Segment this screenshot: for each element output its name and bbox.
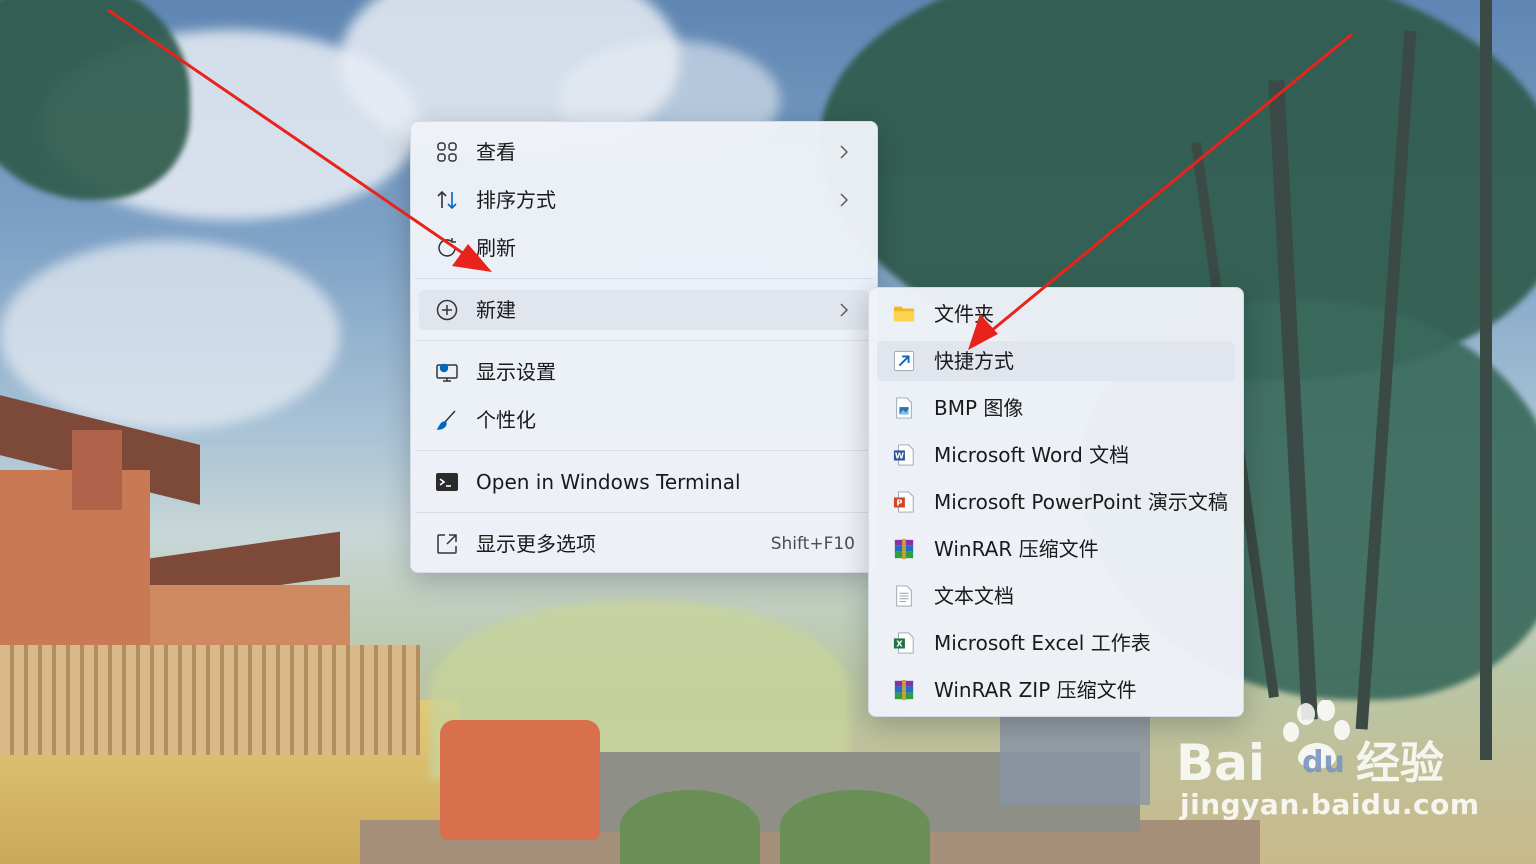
svg-text:du: du	[1302, 745, 1345, 780]
menu-item-view[interactable]: 查看	[419, 132, 869, 172]
submenu-item-label: Microsoft PowerPoint 演示文稿	[934, 490, 1228, 514]
excel-icon: X	[893, 632, 914, 654]
desktop-context-menu: 查看 排序方式 刷新 新建 显示设置 个性化 Open in Windows T…	[410, 121, 878, 573]
submenu-item-bmp-image[interactable]: BMP 图像	[877, 388, 1235, 428]
more-options-icon	[437, 534, 457, 554]
menu-item-label: 查看	[476, 140, 516, 164]
chevron-right-icon	[840, 145, 848, 159]
menu-separator	[415, 340, 873, 341]
menu-item-label: 新建	[476, 298, 516, 322]
text-document-icon	[896, 585, 912, 607]
display-settings-icon	[436, 363, 458, 382]
submenu-item-label: Microsoft Word 文档	[934, 443, 1130, 467]
submenu-item-label: WinRAR 压缩文件	[934, 537, 1099, 561]
menu-item-label: 刷新	[476, 236, 516, 260]
svg-text:Bai: Bai	[1176, 734, 1265, 790]
word-icon: W	[893, 444, 914, 466]
menu-separator	[415, 450, 873, 451]
submenu-item-powerpoint[interactable]: P Microsoft PowerPoint 演示文稿	[877, 482, 1235, 522]
menu-separator	[415, 278, 873, 279]
new-submenu: 文件夹 快捷方式 BMP 图像 W Microsoft Word 文档 P Mi…	[868, 287, 1244, 717]
powerpoint-icon: P	[893, 491, 914, 513]
menu-item-label: Open in Windows Terminal	[476, 470, 741, 494]
submenu-item-label: BMP 图像	[934, 396, 1024, 420]
menu-item-display-settings[interactable]: 显示设置	[419, 352, 869, 392]
winrar-icon	[894, 538, 914, 560]
terminal-icon	[436, 473, 458, 491]
baidu-logo: Bai du 经验	[1176, 699, 1444, 792]
bmp-image-icon	[896, 397, 912, 419]
plus-circle-icon	[436, 299, 458, 321]
submenu-item-shortcut[interactable]: 快捷方式	[877, 341, 1235, 381]
shortcut-icon	[893, 350, 915, 372]
submenu-item-winrar-archive[interactable]: WinRAR 压缩文件	[877, 529, 1235, 569]
submenu-item-label: WinRAR ZIP 压缩文件	[934, 678, 1137, 702]
watermark-url: jingyan.baidu.com	[1180, 788, 1480, 821]
svg-text:X: X	[896, 639, 903, 649]
chevron-right-icon	[840, 193, 848, 207]
menu-item-show-more-options[interactable]: 显示更多选项 Shift+F10	[419, 524, 869, 564]
refresh-icon	[438, 238, 456, 257]
submenu-item-folder[interactable]: 文件夹	[877, 294, 1235, 334]
submenu-item-word-document[interactable]: W Microsoft Word 文档	[877, 435, 1235, 475]
chevron-right-icon	[840, 303, 848, 317]
submenu-item-label: 文本文档	[934, 584, 1014, 608]
sort-icon	[437, 190, 457, 210]
svg-text:W: W	[895, 451, 904, 461]
winrar-zip-icon	[894, 679, 914, 701]
submenu-item-excel-worksheet[interactable]: X Microsoft Excel 工作表	[877, 623, 1235, 663]
grid-icon	[437, 142, 457, 162]
submenu-item-text-document[interactable]: 文本文档	[877, 576, 1235, 616]
menu-item-label: 显示设置	[476, 360, 556, 384]
brush-icon	[436, 410, 456, 430]
submenu-item-label: 文件夹	[934, 302, 994, 326]
menu-separator	[415, 512, 873, 513]
svg-text:经验: 经验	[1356, 738, 1444, 789]
menu-item-new[interactable]: 新建	[419, 290, 869, 330]
menu-item-label: 个性化	[476, 408, 536, 432]
menu-item-open-terminal[interactable]: Open in Windows Terminal	[419, 462, 869, 502]
folder-icon	[893, 306, 915, 322]
keyboard-shortcut: Shift+F10	[770, 534, 855, 554]
menu-item-label: 显示更多选项	[476, 532, 596, 556]
submenu-item-label: 快捷方式	[934, 349, 1014, 373]
menu-item-sort[interactable]: 排序方式	[419, 180, 869, 220]
menu-item-personalize[interactable]: 个性化	[419, 400, 869, 440]
submenu-item-label: Microsoft Excel 工作表	[934, 631, 1151, 655]
baidu-jingyan-watermark: Bai du 经验 jingyan.baidu.com	[1176, 699, 1479, 835]
svg-text:P: P	[896, 498, 902, 508]
menu-item-label: 排序方式	[476, 188, 556, 212]
menu-item-refresh[interactable]: 刷新	[419, 228, 869, 268]
